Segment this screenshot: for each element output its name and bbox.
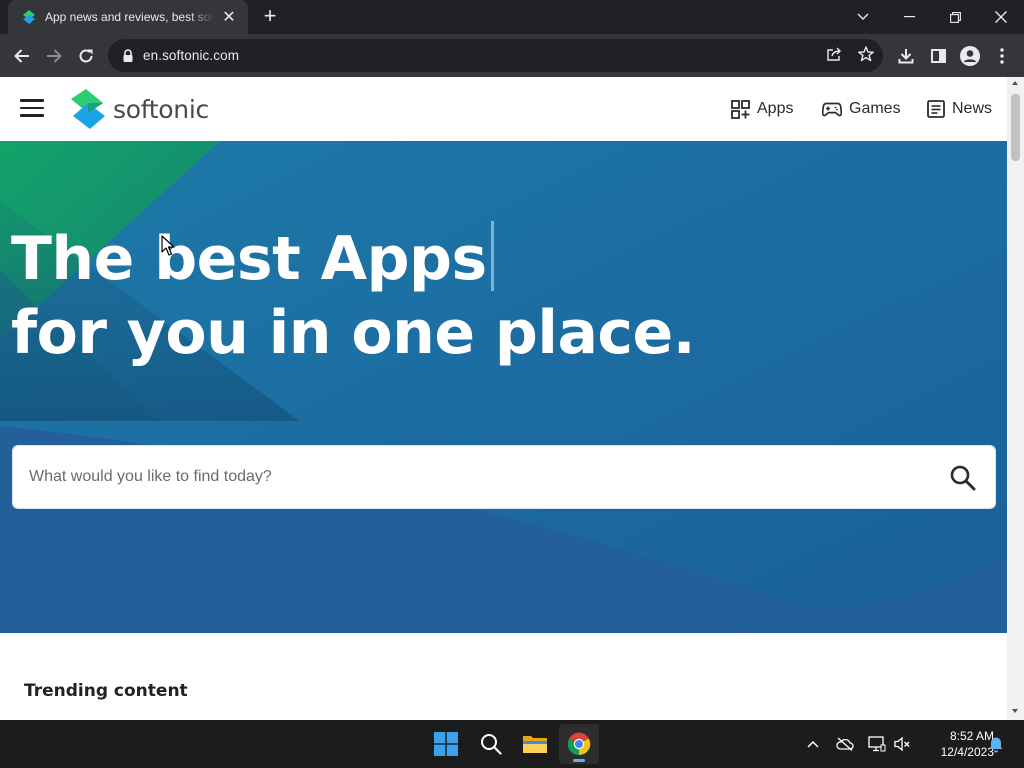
page-viewport: softonic Apps Games News The best Apps f… [0, 77, 1007, 720]
search-input[interactable] [29, 446, 929, 508]
browser-tabstrip: App news and reviews, best software down… [0, 0, 1024, 34]
folder-icon [523, 736, 547, 753]
share-icon[interactable] [820, 40, 848, 68]
tab-search-icon[interactable] [840, 0, 886, 34]
gamepad-icon [822, 102, 842, 116]
nav-apps-label: Apps [757, 100, 794, 117]
clock-date: 12/4/2023 [940, 745, 994, 759]
page-scrollbar[interactable] [1007, 77, 1024, 720]
file-explorer-button[interactable] [515, 724, 555, 764]
side-panel-icon[interactable] [924, 42, 952, 70]
nav-news[interactable]: News [927, 97, 992, 121]
scroll-down-arrow-icon[interactable] [1012, 709, 1018, 713]
windows-logo-icon [434, 732, 458, 756]
notification-bell-icon[interactable] [986, 734, 1006, 754]
new-tab-button[interactable]: + [258, 5, 282, 29]
start-button[interactable] [426, 724, 466, 764]
trending-heading: Trending content [24, 681, 188, 701]
softonic-favicon-icon [23, 10, 35, 24]
reload-icon[interactable] [72, 42, 100, 70]
newspaper-icon [927, 100, 945, 118]
url-text: en.softonic.com [143, 48, 240, 63]
hero-title-line1: The best Apps [11, 224, 487, 294]
tab-title: App news and reviews, best software down… [45, 10, 214, 24]
scroll-up-arrow-icon[interactable] [1012, 81, 1018, 85]
restore-icon[interactable] [932, 0, 978, 34]
network-icon[interactable] [867, 734, 887, 754]
text-caret [490, 221, 494, 291]
search-icon [481, 734, 502, 755]
chrome-taskbar-button[interactable] [559, 724, 599, 764]
site-header: softonic Apps Games News [0, 77, 1007, 141]
tab-close-icon[interactable]: ✕ [220, 7, 238, 27]
forward-arrow-icon[interactable] [40, 42, 68, 70]
browser-tab[interactable]: App news and reviews, best software down… [8, 0, 248, 34]
apps-grid-icon [731, 99, 750, 119]
volume-muted-icon[interactable] [892, 734, 912, 754]
browser-toolbar: en.softonic.com [0, 34, 1024, 77]
hero-banner: The best Apps for you in one place. [0, 141, 1007, 633]
minimize-icon[interactable] [886, 0, 932, 34]
show-hidden-icons-chevron-icon[interactable] [803, 734, 823, 754]
bookmark-star-icon[interactable] [852, 40, 880, 68]
search-box [12, 445, 996, 509]
nav-games[interactable]: Games [822, 97, 901, 121]
back-arrow-icon[interactable] [8, 42, 36, 70]
brand-name: softonic [113, 94, 209, 124]
nav-games-label: Games [849, 100, 901, 117]
active-app-indicator [573, 759, 585, 762]
hero-title: The best Apps for you in one place. [11, 221, 695, 370]
search-icon[interactable] [949, 464, 977, 492]
softonic-logo[interactable]: softonic [71, 89, 209, 129]
download-icon[interactable] [892, 42, 920, 70]
hero-background [0, 141, 1007, 633]
close-window-icon[interactable] [978, 0, 1024, 34]
address-bar[interactable]: en.softonic.com [108, 39, 883, 72]
profile-avatar-icon[interactable] [956, 42, 984, 70]
hero-title-line2: for you in one place. [11, 298, 695, 368]
softonic-logo-icon [71, 89, 105, 129]
lock-icon [123, 48, 133, 62]
nav-apps[interactable]: Apps [731, 97, 793, 121]
menu-kebab-icon[interactable] [988, 42, 1016, 70]
taskbar-clock[interactable]: 8:52 AM 12/4/2023 [918, 728, 994, 760]
onedrive-offline-icon[interactable] [835, 734, 855, 754]
taskbar-search-button[interactable] [471, 724, 511, 764]
windows-taskbar: 8:52 AM 12/4/2023 [0, 720, 1024, 768]
mouse-pointer-icon [161, 235, 175, 256]
scrollbar-thumb[interactable] [1011, 94, 1020, 161]
hamburger-menu-icon[interactable] [20, 99, 44, 117]
clock-time: 8:52 AM [949, 729, 994, 743]
chrome-icon [567, 732, 591, 756]
nav-news-label: News [952, 100, 993, 117]
